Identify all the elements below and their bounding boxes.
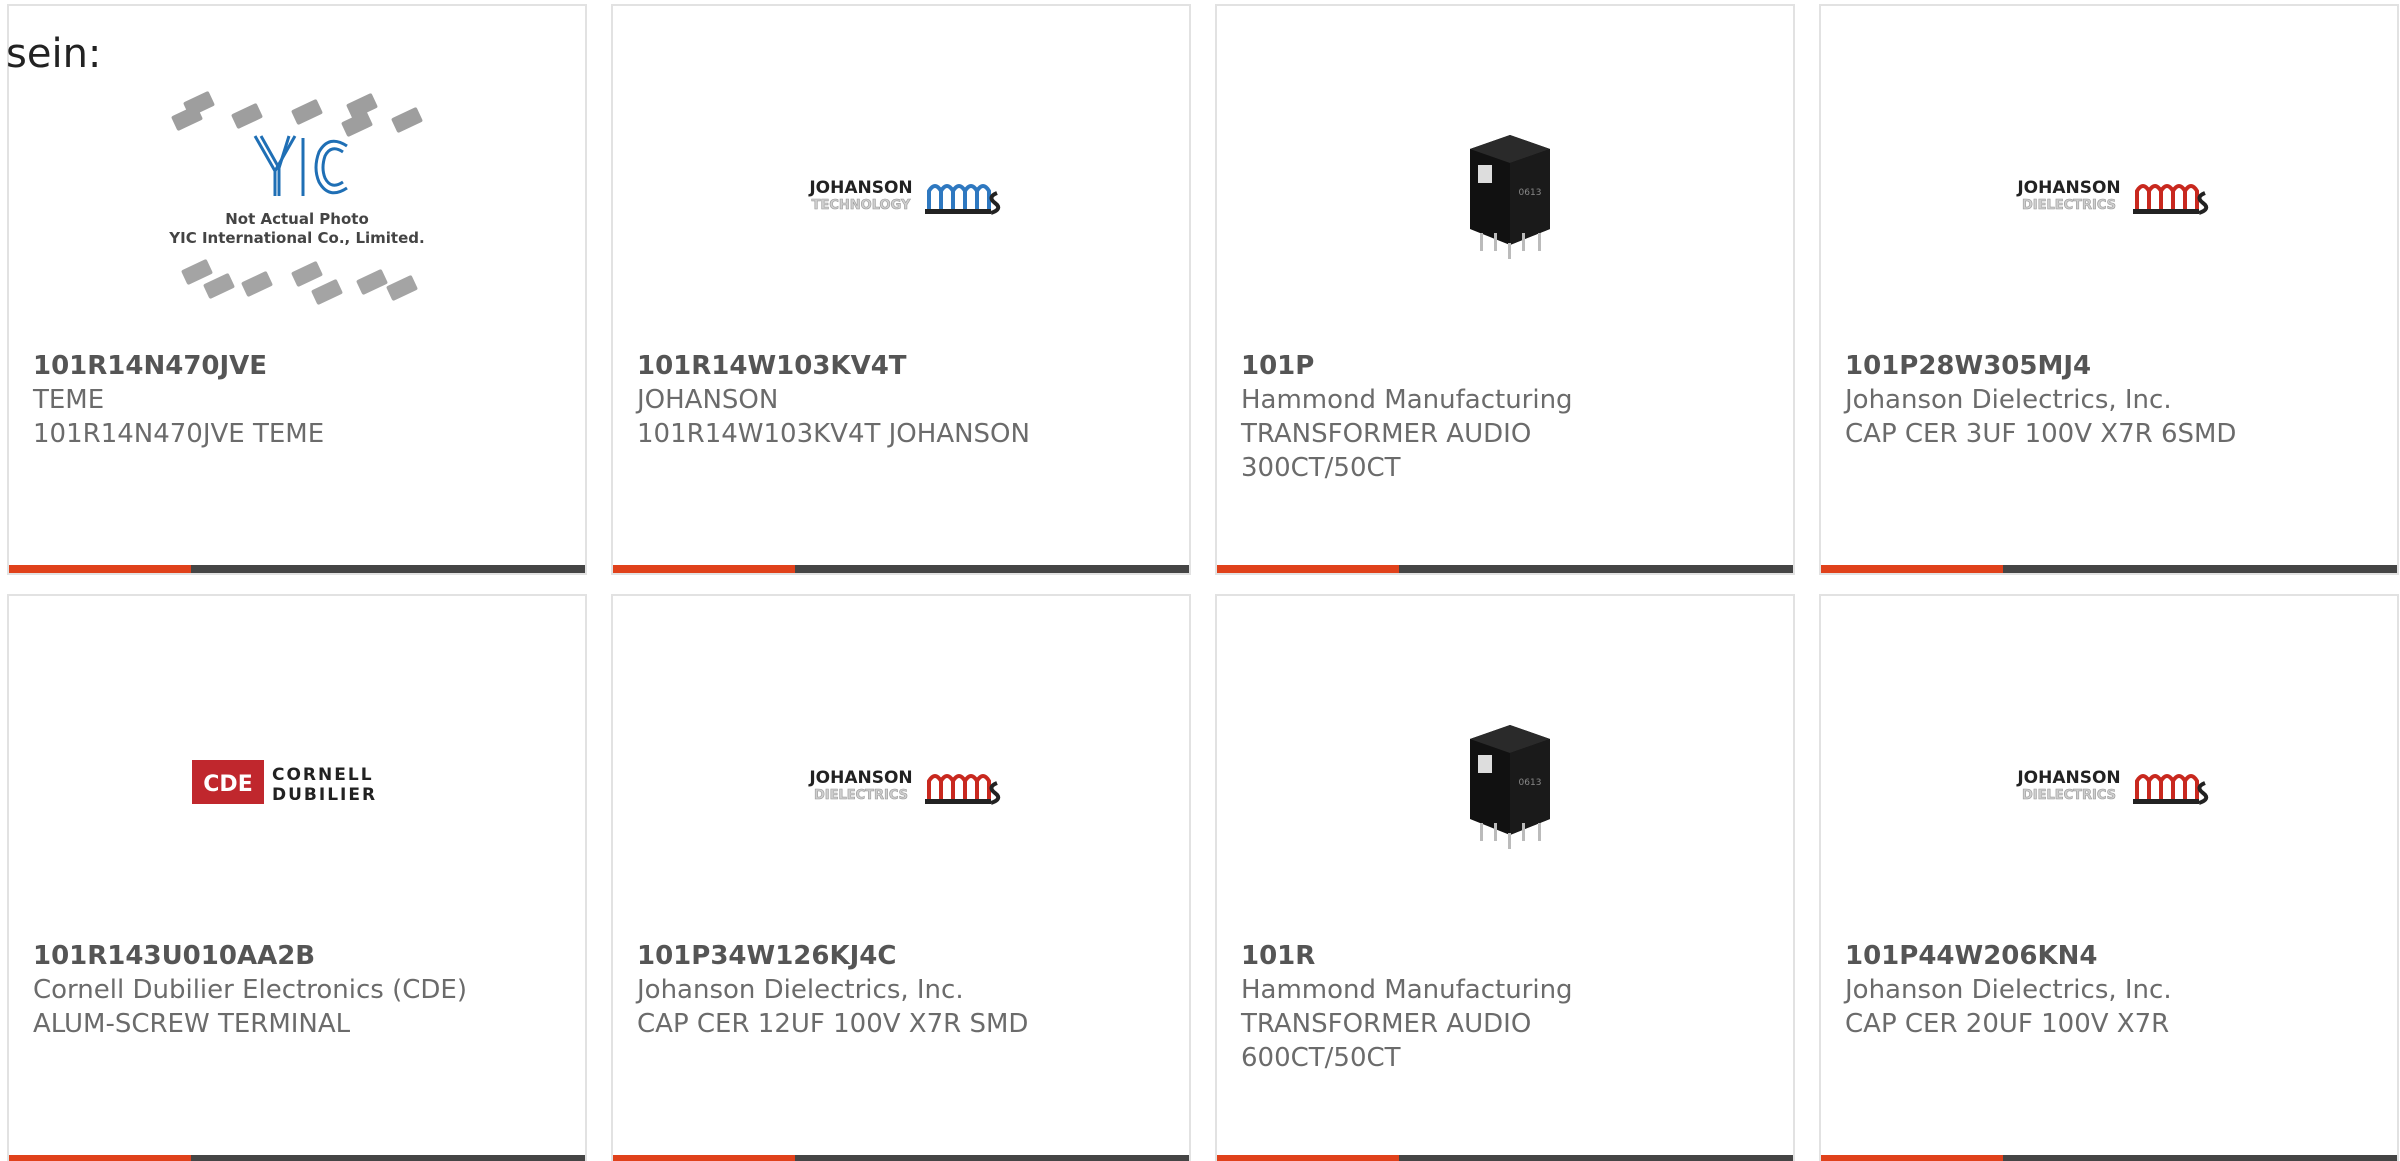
product-info: 101R14W103KV4T JOHANSON 101R14W103KV4T JOH… (637, 349, 1169, 451)
product-card[interactable]: CDE CORNELL DUBILIER 101R143U010AA2B Cornell… (7, 594, 587, 1161)
product-info: 101R143U010AA2B Cornell Dubilier Electron… (33, 939, 565, 1041)
johanson-logo-icon: JOHANSONDIELECTRICS (2016, 768, 2209, 805)
johanson-logo-icon: JOHANSONDIELECTRICS (808, 768, 1001, 805)
logo-top-text: JOHANSON (2016, 178, 2120, 198)
stray-text: sein: (6, 31, 102, 77)
transformer-photo: 0613 (1217, 46, 1793, 346)
product-info: 101P28W305MJ4 Johanson Dielectrics, Inc. C… (1845, 349, 2377, 451)
johanson-logo-icon: JOHANSONTECHNOLOGY (808, 178, 1001, 215)
logo-bottom-text: TECHNOLOGY (812, 198, 911, 213)
card-bar-accent (613, 565, 795, 573)
part-number-link[interactable]: 101P28W305MJ4 (1845, 349, 2377, 383)
transformer-icon: 0613 (1470, 135, 1550, 259)
manufacturer-name: JOHANSON (637, 385, 779, 415)
product-description: ALUM-SCREW TERMINAL (33, 1009, 351, 1039)
product-info: 101R14N470JVE TEME 101R14N470JVE TEME (33, 349, 565, 451)
manufacturer-name: Johanson Dielectrics, Inc. (1845, 975, 2172, 1005)
logo-bottom-text: DIELECTRICS (814, 788, 908, 803)
card-bar-accent (9, 1155, 191, 1161)
cde-line1: CORNELL (272, 765, 374, 785)
cde-line2: DUBILIER (272, 785, 377, 805)
product-info: 101P Hammond Manufacturing TRANSFORMER AUD… (1241, 349, 1773, 485)
product-card[interactable]: JOHANSON DIELECTRICS 101P44W206KN4 Johanson… (1819, 594, 2399, 1161)
product-description: CAP CER 20UF 100V X7R (1845, 1009, 2170, 1039)
cde-logo: CDE CORNELL DUBILIER (9, 636, 585, 936)
product-info: 101P44W206KN4 Johanson Dielectrics, Inc. C… (1845, 939, 2377, 1041)
cde-badge-text: CDE (203, 772, 252, 797)
image-caption-2: YIC International Co., Limited. (168, 229, 424, 247)
transformer-icon: 0613 (1470, 725, 1550, 849)
johanson-logo: JOHANSON TECHNOLOGY (613, 46, 1189, 346)
product-image-placeholder: Not Actual Photo YIC International Co., L… (9, 46, 585, 346)
johanson-logo: JOHANSON DIELECTRICS (613, 636, 1189, 936)
product-description: CAP CER 12UF 100V X7R SMD (637, 1009, 1029, 1039)
manufacturer-name: Cornell Dubilier Electronics (CDE) (33, 975, 467, 1005)
manufacturer-name: Hammond Manufacturing (1241, 385, 1573, 415)
part-number-link[interactable]: 101R143U010AA2B (33, 939, 565, 973)
manufacturer-name: Johanson Dielectrics, Inc. (1845, 385, 2172, 415)
logo-top-text: JOHANSON (2016, 768, 2120, 788)
product-grid-page: sein: Not Actual Photo YIC International … (0, 0, 2400, 1161)
product-description: CAP CER 3UF 100V X7R 6SMD (1845, 419, 2237, 449)
product-info: 101P34W126KJ4C Johanson Dielectrics, Inc.… (637, 939, 1169, 1041)
image-caption-1: Not Actual Photo (225, 210, 369, 228)
product-card[interactable]: Not Actual Photo YIC International Co., L… (7, 4, 587, 575)
part-number-link[interactable]: 101R (1241, 939, 1773, 973)
product-card[interactable]: 0613 101P Hammond Manufacturing TRANSFORMER… (1215, 4, 1795, 575)
product-card[interactable]: JOHANSON DIELECTRICS 101P28W305MJ4 Johanson… (1819, 4, 2399, 575)
part-number-link[interactable]: 101P34W126KJ4C (637, 939, 1169, 973)
product-card[interactable]: 0613 101R Hammond Manufacturing TRANSFORMER… (1215, 594, 1795, 1161)
card-bar-accent (1217, 1155, 1399, 1161)
johanson-logo: JOHANSON DIELECTRICS (1821, 636, 2397, 936)
card-bar-accent (1821, 1155, 2003, 1161)
card-bar-accent (1821, 565, 2003, 573)
manufacturer-name: Hammond Manufacturing (1241, 975, 1573, 1005)
product-description: 300CT/50CT (1241, 453, 1401, 483)
product-card[interactable]: JOHANSON DIELECTRICS 101P34W126KJ4C Johanso… (611, 594, 1191, 1161)
product-description: TRANSFORMER AUDIO (1241, 1009, 1532, 1039)
manufacturer-name: Johanson Dielectrics, Inc. (637, 975, 964, 1005)
part-number-link[interactable]: 101P (1241, 349, 1773, 383)
part-number-link[interactable]: 101R14N470JVE (33, 349, 565, 383)
part-number-link[interactable]: 101P44W206KN4 (1845, 939, 2377, 973)
johanson-logo: JOHANSON DIELECTRICS (1821, 46, 2397, 346)
logo-top-text: JOHANSON (808, 768, 912, 788)
logo-bottom-text: DIELECTRICS (2022, 198, 2116, 213)
card-bar-accent (613, 1155, 795, 1161)
logo-bottom-text: DIELECTRICS (2022, 788, 2116, 803)
transformer-photo: 0613 (1217, 636, 1793, 936)
cde-logo-icon: CDE CORNELLDUBILIER (192, 760, 377, 805)
card-bar-accent (1217, 565, 1399, 573)
card-bar-accent (9, 565, 191, 573)
yic-placeholder-icon: Not Actual PhotoYIC International Co., L… (168, 91, 425, 305)
product-description: 600CT/50CT (1241, 1043, 1401, 1073)
product-description: 101R14N470JVE TEME (33, 419, 325, 449)
part-number-link[interactable]: 101R14W103KV4T (637, 349, 1169, 383)
product-grid: Not Actual Photo YIC International Co., L… (7, 4, 2399, 1161)
johanson-logo-icon: JOHANSONDIELECTRICS (2016, 178, 2209, 215)
chip-label: 0613 (1519, 778, 1542, 788)
product-description: 101R14W103KV4T JOHANSON (637, 419, 1030, 449)
product-card[interactable]: JOHANSON TECHNOLOGY 101R14W103KV4T JOHANSON… (611, 4, 1191, 575)
logo-top-text: JOHANSON (808, 178, 912, 198)
chip-label: 0613 (1519, 188, 1542, 198)
manufacturer-name: TEME (33, 385, 105, 415)
product-info: 101R Hammond Manufacturing TRANSFORMER AUD… (1241, 939, 1773, 1075)
product-description: TRANSFORMER AUDIO (1241, 419, 1532, 449)
